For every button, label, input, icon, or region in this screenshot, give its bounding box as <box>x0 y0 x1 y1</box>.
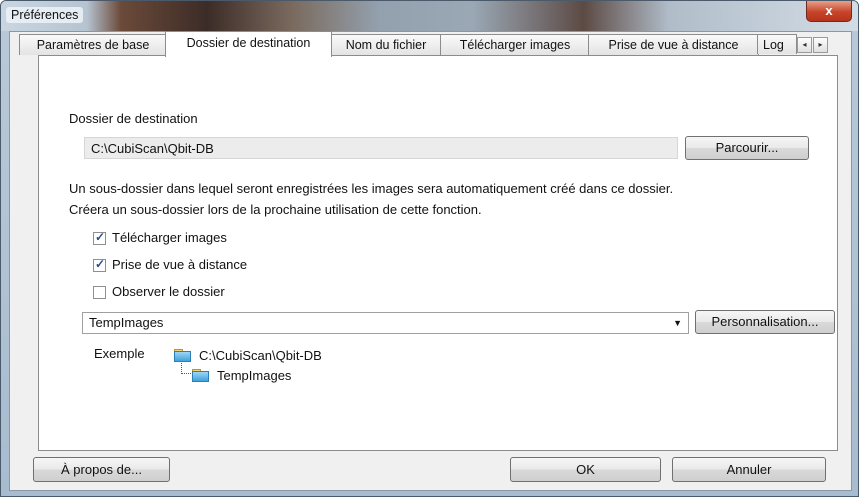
subfolder-selected-value: TempImages <box>89 315 164 330</box>
checkmark-icon: ✓ <box>95 230 106 244</box>
preferences-window: Préférences x Paramètres de base Dossier… <box>0 0 859 497</box>
example-root-path: C:\CubiScan\Qbit-DB <box>199 348 322 363</box>
example-label: Exemple <box>94 346 145 361</box>
scroll-left-icon[interactable]: ◂ <box>797 37 812 53</box>
tab-nom-du-fichier[interactable]: Nom du fichier <box>330 34 442 55</box>
checkbox-label-prise-de-vue[interactable]: Prise de vue à distance <box>112 257 247 272</box>
info-line-2: Créera un sous-dossier lors de la procha… <box>69 202 482 217</box>
tab-label: Dossier de destination <box>186 36 311 50</box>
tab-strip: Paramètres de base Dossier de destinatio… <box>19 31 828 57</box>
subfolder-select[interactable]: TempImages ▼ <box>82 312 689 334</box>
close-icon: x <box>825 3 833 18</box>
window-title: Préférences <box>6 7 84 23</box>
checkbox-prise-de-vue[interactable]: ✓ <box>93 257 106 272</box>
tab-prise-de-vue-a-distance[interactable]: Prise de vue à distance <box>588 34 759 55</box>
folder-icon <box>192 369 209 382</box>
tab-label: Nom du fichier <box>345 38 427 52</box>
destination-path-field[interactable]: C:\CubiScan\Qbit-DB <box>84 137 678 159</box>
chevron-down-icon[interactable]: ▼ <box>673 313 682 333</box>
tab-telecharger-images[interactable]: Télécharger images <box>440 34 590 55</box>
tree-connector <box>181 363 191 374</box>
checkbox-label-telecharger-images[interactable]: Télécharger images <box>112 230 227 245</box>
ok-button[interactable]: OK <box>510 457 661 482</box>
checkbox-label-observer-dossier[interactable]: Observer le dossier <box>112 284 225 299</box>
folder-icon <box>174 349 191 362</box>
tab-parametres-de-base[interactable]: Paramètres de base <box>19 34 167 55</box>
personnalisation-button[interactable]: Personnalisation... <box>695 310 835 334</box>
info-line-1: Un sous-dossier dans lequel seront enreg… <box>69 181 674 196</box>
tab-panel-destination: Dossier de destination C:\CubiScan\Qbit-… <box>38 55 838 451</box>
cancel-button[interactable]: Annuler <box>672 457 826 482</box>
checkmark-icon: ✓ <box>95 257 106 271</box>
scroll-right-icon[interactable]: ▸ <box>813 37 828 53</box>
browse-button[interactable]: Parcourir... <box>685 136 809 160</box>
about-button[interactable]: À propos de... <box>33 457 170 482</box>
checkbox-observer-dossier[interactable] <box>93 286 106 299</box>
title-bar[interactable]: Préférences x <box>1 1 858 31</box>
close-button[interactable]: x <box>806 1 852 22</box>
destination-label: Dossier de destination <box>69 111 198 126</box>
tab-dossier-de-destination[interactable]: Dossier de destination <box>165 31 332 57</box>
tab-label: Log <box>763 38 784 52</box>
tab-scroll-buttons: ◂ ▸ <box>797 37 829 53</box>
tab-label: Télécharger images <box>459 38 571 52</box>
example-child-folder: TempImages <box>217 368 292 383</box>
tab-label: Prise de vue à distance <box>608 38 739 52</box>
tab-label: Paramètres de base <box>36 38 150 52</box>
tab-log[interactable]: Log <box>757 34 797 54</box>
checkbox-telecharger-images[interactable]: ✓ <box>93 230 106 245</box>
